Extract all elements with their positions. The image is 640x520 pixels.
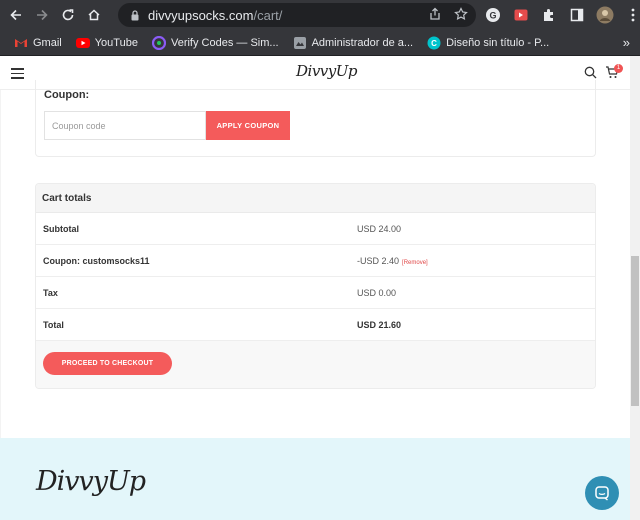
omnibox-actions	[428, 7, 468, 21]
url-path: /cart/	[253, 7, 283, 23]
row-label: Subtotal	[43, 224, 79, 234]
grammarly-icon[interactable]: G	[484, 6, 502, 24]
row-value: USD 21.60	[357, 320, 402, 330]
row-label: Tax	[43, 288, 58, 298]
row-value-wrap: -USD 2.40 [Remove]	[357, 256, 428, 266]
row-value: USD 0.00	[357, 288, 397, 298]
remove-coupon-link[interactable]: [Remove]	[402, 260, 428, 266]
bookmark-label: Gmail	[33, 36, 62, 49]
proceed-to-checkout-button[interactable]: PROCEED TO CHECKOUT	[43, 352, 172, 375]
share-icon[interactable]	[428, 7, 442, 21]
browser-chrome: divvyupsocks.com/cart/ G Gmail YouTube V…	[0, 0, 640, 56]
page-edge	[0, 90, 1, 438]
coupon-section: Coupon: APPLY COUPON	[35, 80, 596, 157]
extensions-bar: G	[484, 3, 640, 27]
scrollbar-thumb[interactable]	[631, 256, 639, 406]
gmail-icon	[14, 36, 28, 50]
cart-totals: Cart totals Subtotal USD 24.00 Coupon: c…	[35, 183, 596, 389]
hamburger-menu-icon[interactable]	[11, 68, 24, 82]
svg-text:G: G	[489, 11, 496, 21]
chat-launcher-button[interactable]	[585, 476, 619, 510]
search-icon[interactable]	[584, 66, 597, 79]
canva-icon: C	[427, 36, 441, 50]
total-row: Total USD 21.60	[36, 309, 595, 341]
sidebar-toggle-icon[interactable]	[568, 6, 586, 24]
bookmark-star-icon[interactable]	[454, 7, 468, 21]
page-scrollbar[interactable]	[630, 56, 640, 520]
site-footer: DivvyUp	[0, 438, 630, 520]
kebab-menu-icon[interactable]	[624, 6, 640, 24]
bookmark-label: Verify Codes — Sim...	[170, 36, 279, 49]
arrow-right-icon	[37, 9, 48, 21]
url-text: divvyupsocks.com/cart/	[148, 8, 282, 23]
arrow-left-icon	[10, 9, 21, 21]
more-bookmarks-button[interactable]: »	[623, 35, 630, 50]
reload-icon	[62, 9, 74, 21]
site-logo[interactable]: DivvyUp	[296, 62, 358, 80]
back-button[interactable]	[4, 3, 28, 27]
coupon-code-input[interactable]	[44, 111, 206, 140]
coupon-row: Coupon: customsocks11 -USD 2.40 [Remove]	[36, 245, 595, 277]
apply-coupon-button[interactable]: APPLY COUPON	[206, 111, 290, 140]
chat-icon	[595, 486, 609, 501]
puzzle-icon[interactable]	[540, 6, 558, 24]
row-label: Coupon: customsocks11	[43, 256, 150, 266]
bookmark-gmail[interactable]: Gmail	[14, 36, 62, 50]
reload-button[interactable]	[56, 3, 80, 27]
bookmark-verify-codes[interactable]: Verify Codes — Sim...	[151, 35, 279, 50]
address-bar[interactable]: divvyupsocks.com/cart/	[118, 3, 476, 27]
subtotal-row: Subtotal USD 24.00	[36, 213, 595, 245]
url-domain: divvyupsocks.com	[148, 7, 254, 23]
bookmark-administrador[interactable]: Administrador de a...	[293, 36, 414, 50]
coupon-label: Coupon:	[44, 89, 90, 101]
home-button[interactable]	[82, 3, 106, 27]
cart-count-badge: 1	[614, 64, 623, 73]
tax-row: Tax USD 0.00	[36, 277, 595, 309]
bookmark-label: Diseño sin título - P...	[446, 36, 550, 49]
forward-button[interactable]	[30, 3, 54, 27]
bookmarks-bar: Gmail YouTube Verify Codes — Sim... Admi…	[0, 30, 640, 56]
row-value: -USD 2.40	[357, 256, 400, 266]
profile-avatar-icon[interactable]	[596, 6, 614, 24]
cart-totals-heading: Cart totals	[36, 184, 595, 213]
lock-icon[interactable]	[128, 8, 142, 22]
bookmark-diseno[interactable]: C Diseño sin título - P...	[427, 36, 549, 50]
screencast-icon[interactable]	[512, 6, 530, 24]
svg-text:C: C	[431, 39, 437, 48]
home-icon	[88, 9, 100, 21]
verify-icon	[151, 35, 166, 50]
checkout-area: PROCEED TO CHECKOUT	[36, 341, 595, 388]
bookmark-label: Administrador de a...	[311, 36, 414, 49]
row-value: USD 24.00	[357, 224, 402, 234]
bookmark-youtube[interactable]: YouTube	[75, 36, 138, 50]
youtube-icon	[75, 36, 90, 50]
bookmark-label: YouTube	[94, 36, 138, 49]
admin-icon	[293, 36, 307, 50]
footer-logo[interactable]: DivvyUp	[36, 466, 146, 497]
row-label: Total	[43, 320, 64, 330]
